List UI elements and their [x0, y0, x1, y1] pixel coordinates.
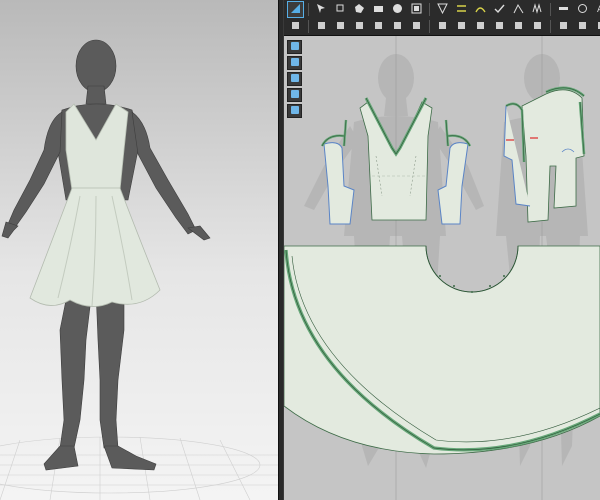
ruler-button[interactable]: [556, 2, 571, 17]
clo3d-window: AA: [0, 0, 600, 500]
button-icon: [475, 18, 486, 36]
edit-pattern-button[interactable]: [333, 2, 348, 17]
add-point-button[interactable]: [352, 19, 367, 34]
pattern-canvas[interactable]: [284, 36, 600, 500]
measure-button[interactable]: [594, 19, 600, 34]
toolbar-separator: [429, 3, 430, 16]
pattern-select-button[interactable]: [287, 40, 302, 54]
rotate-pattern-icon: [316, 18, 327, 36]
toolbar-separator: [550, 3, 551, 16]
ruler-icon: [558, 1, 569, 19]
dart-button[interactable]: [435, 2, 450, 17]
free-sewing-icon: [475, 1, 486, 19]
move-pattern-button[interactable]: [288, 19, 303, 34]
toolbar-separator: [308, 20, 309, 33]
3d-viewport[interactable]: [0, 0, 278, 500]
layer-button[interactable]: [287, 88, 302, 102]
rectangle-button[interactable]: [371, 2, 386, 17]
polygon-icon: [354, 1, 365, 19]
circle-button[interactable]: [390, 2, 405, 17]
lock-icon: [290, 102, 300, 120]
transform-pattern-button[interactable]: [314, 2, 329, 17]
segment-sewing-button[interactable]: [454, 2, 469, 17]
topstitch-icon: [513, 18, 524, 36]
symmetric-button[interactable]: [409, 19, 424, 34]
tape-button[interactable]: [575, 2, 590, 17]
transform-pattern-icon: [316, 1, 327, 19]
select-mesh-icon: [290, 1, 301, 19]
symmetric-icon: [411, 18, 422, 36]
toolbar-separator: [308, 3, 309, 16]
internal-polygon-icon: [411, 1, 422, 19]
toolbar-row-2: [288, 18, 600, 35]
check-sewing-icon: [494, 1, 505, 19]
internal-polygon-button[interactable]: [409, 2, 424, 17]
fabric-icon: [558, 18, 569, 36]
show-avatar-button[interactable]: [287, 56, 302, 70]
buttonhole-icon: [494, 18, 505, 36]
pleat-button[interactable]: [530, 2, 545, 17]
move-pattern-icon: [290, 18, 301, 36]
2d-toolbar: AA: [284, 0, 600, 36]
seam-allowance-button[interactable]: [435, 19, 450, 34]
free-sewing-button[interactable]: [473, 2, 488, 17]
circle-icon: [392, 1, 403, 19]
puckering-button[interactable]: [530, 19, 545, 34]
annotation-button[interactable]: A: [594, 2, 600, 17]
add-point-icon: [354, 18, 365, 36]
texture-icon: [577, 18, 588, 36]
button-button[interactable]: [473, 19, 488, 34]
buttonhole-button[interactable]: [492, 19, 507, 34]
binding-icon: [456, 18, 467, 36]
seam-allowance-icon: [437, 18, 448, 36]
back-bodice-pattern[interactable]: [503, 86, 586, 223]
2d-side-toolbar: [287, 40, 304, 120]
annotation-icon: A: [596, 1, 600, 19]
select-mesh-button[interactable]: [287, 1, 304, 19]
segment-sewing-icon: [456, 1, 467, 19]
toolbar-separator: [550, 20, 551, 33]
tape-icon: [577, 1, 588, 19]
edit-curve-icon: [335, 18, 346, 36]
pleat-icon: [532, 1, 543, 19]
texture-button[interactable]: [575, 19, 590, 34]
edit-curve-button[interactable]: [333, 19, 348, 34]
fabric-button[interactable]: [556, 19, 571, 34]
measure-icon: [596, 18, 600, 36]
rectangle-icon: [373, 1, 384, 19]
puckering-icon: [532, 18, 543, 36]
binding-button[interactable]: [454, 19, 469, 34]
edit-pattern-icon: [335, 1, 346, 19]
fold-arrangement-icon: [513, 1, 524, 19]
trace-icon: [392, 18, 403, 36]
topstitch-button[interactable]: [511, 19, 526, 34]
zoom-fit-button[interactable]: [287, 72, 302, 86]
curvature-icon: [373, 18, 384, 36]
polygon-button[interactable]: [352, 2, 367, 17]
toolbar-row-1: AA: [287, 1, 600, 19]
trace-button[interactable]: [390, 19, 405, 34]
2d-pattern-window[interactable]: AA: [284, 0, 600, 500]
rotate-pattern-button[interactable]: [314, 19, 329, 34]
toolbar-separator: [429, 20, 430, 33]
fold-arrangement-button[interactable]: [511, 2, 526, 17]
check-sewing-button[interactable]: [492, 2, 507, 17]
lock-button[interactable]: [287, 104, 302, 118]
curvature-button[interactable]: [371, 19, 386, 34]
3d-scene: [0, 39, 278, 500]
dart-icon: [437, 1, 448, 19]
skirt-pattern[interactable]: [284, 245, 600, 455]
